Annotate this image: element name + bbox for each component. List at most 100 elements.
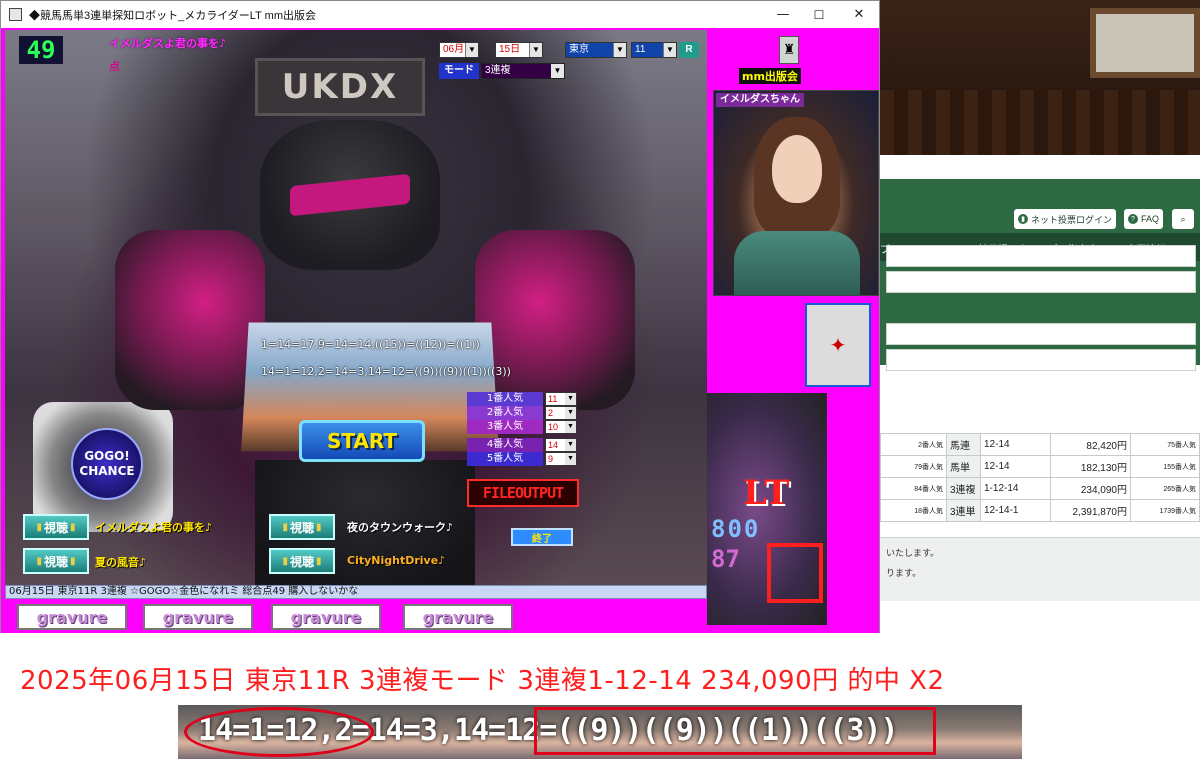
table-cell: 12-14 [980, 433, 1051, 456]
background-sign: UKDX [255, 58, 425, 116]
lock-icon: ▮ [1018, 214, 1028, 224]
chevron-down-icon: ▼ [529, 43, 542, 57]
popularity-select[interactable]: 10 ▼ [545, 420, 577, 434]
notice-line: ります。 [886, 568, 922, 578]
title-bar[interactable]: ◆競馬馬単3連単探知ロボット_メカライダーLT mm出版会 — ☐ ✕ [1, 1, 879, 28]
table-cell: 2,391,870円 [1050, 499, 1131, 522]
portrait-face [772, 135, 822, 203]
day-value: 15日 [499, 44, 521, 55]
combo-output-line: 1=14=17,9=14=14,((15))=((12))=((1)) [261, 338, 480, 351]
popularity-select[interactable]: 14 ▼ [545, 438, 577, 452]
mode-select[interactable]: 3連複 ▼ [481, 63, 565, 79]
app-window: ◆競馬馬単3連単探知ロボット_メカライダーLT mm出版会 — ☐ ✕ UKDX… [0, 0, 880, 633]
chevron-down-icon: ▼ [565, 393, 576, 405]
popularity-row: 5番人気 9 ▼ [467, 452, 579, 466]
table-row: 2番人気 馬連 12-14 82,420円 75番人気 [880, 433, 1200, 456]
stage-curtain [880, 90, 1200, 160]
lt-logo-image: LT 800 87 [707, 393, 827, 625]
score-display: 49 [19, 36, 63, 64]
race-suffix-label: R [679, 42, 699, 58]
gravure-button[interactable]: gravure [271, 604, 381, 630]
popularity-select[interactable]: 2 ▼ [545, 406, 577, 420]
chance-text: CHANCE [79, 464, 135, 478]
lt-highlight-box [767, 543, 823, 603]
table-cell: 75番人気 [1130, 433, 1200, 456]
robot-artwork: UKDX [5, 30, 707, 585]
table-cell: 18番人気 [880, 499, 947, 522]
site-notice: いたします。 ります。 [880, 537, 1200, 601]
gravure-button[interactable]: gravure [17, 604, 127, 630]
start-button[interactable]: START [299, 420, 425, 462]
gravure-button[interactable]: gravure [143, 604, 253, 630]
popularity-label: 2番人気 [467, 406, 543, 420]
publisher-title: mm出版会 [739, 68, 801, 84]
chevron-down-icon: ▼ [465, 43, 478, 57]
view-button[interactable]: ▮ 視聴 ▮ [269, 548, 335, 574]
table-cell: 馬連 [946, 433, 981, 456]
popularity-value: 2 [548, 408, 554, 418]
chevron-down-icon: ▼ [551, 64, 564, 78]
table-cell: 182,130円 [1050, 455, 1131, 478]
table-cell: 2番人気 [880, 433, 947, 456]
portrait-caption: イメルダスちゃん [716, 93, 804, 107]
site-search-button[interactable]: ⌕ [1172, 209, 1194, 229]
popularity-row: 1番人気 11 ▼ [467, 392, 579, 406]
portrait-shirt [734, 231, 860, 295]
race-select[interactable]: 11 ▼ [631, 42, 677, 58]
popularity-select[interactable]: 9 ▼ [545, 452, 577, 466]
view-button[interactable]: ▮ 視聴 ▮ [269, 514, 335, 540]
close-button[interactable]: ✕ [841, 1, 877, 28]
view-button[interactable]: ▮ 視聴 ▮ [23, 514, 89, 540]
chevron-down-icon: ▼ [663, 43, 676, 57]
site-content-box [886, 245, 1196, 267]
robot-shoulder-left [115, 230, 265, 410]
faq-button-label: FAQ [1141, 214, 1160, 224]
popularity-label: 5番人気 [467, 452, 543, 466]
combo-output-line: 14=1=12,2=14=3,14=12=((9))((9))((1))((3)… [261, 365, 511, 378]
end-button[interactable]: 終了 [511, 528, 573, 546]
table-cell: 3連単 [946, 499, 981, 522]
message-text: イメルダスよ君の事を♪ [109, 37, 227, 50]
result-headline: 2025年06月15日 東京11R 3連複モード 3連複1-12-14 234,… [20, 666, 945, 696]
table-row: 84番人気 3連複 1-12-14 234,090円 265番人気 [880, 477, 1200, 500]
login-button-label: ネット投票ログイン [1031, 214, 1113, 225]
table-cell: 82,420円 [1050, 433, 1131, 456]
fileoutput-button[interactable]: FILEOUTPUT [467, 479, 579, 507]
app-icon[interactable] [9, 8, 22, 21]
song-title: イメルダスよ君の事を♪ [95, 521, 213, 534]
view-button[interactable]: ▮ 視聴 ▮ [23, 548, 89, 574]
login-button[interactable]: ▮ ネット投票ログイン [1014, 209, 1117, 229]
lt-digits: 800 [711, 515, 761, 543]
lt-logo-text: LT [743, 473, 790, 513]
table-cell: 79番人気 [880, 455, 947, 478]
song-title: 夏の風音♪ [95, 556, 147, 569]
popularity-value: 9 [548, 454, 554, 464]
popularity-label: 4番人気 [467, 438, 543, 452]
popularity-select[interactable]: 11 ▼ [545, 392, 577, 406]
publisher-icon[interactable]: ♜ [779, 36, 799, 64]
emblem-image[interactable]: ✦ [805, 303, 871, 387]
stage-panel [1090, 8, 1200, 78]
table-cell: 3連複 [946, 477, 981, 500]
chevron-down-icon: ▼ [565, 439, 576, 451]
popularity-label: 3番人気 [467, 420, 543, 434]
faq-button[interactable]: ? FAQ [1124, 209, 1164, 229]
chevron-down-icon: ▼ [565, 453, 576, 465]
chevron-down-icon: ▼ [565, 407, 576, 419]
background-website: ▮ ネット投票ログイン ? FAQ ⌕ プロモーション 競馬場・ウインズ・指定席… [880, 155, 1200, 633]
minimize-button[interactable]: — [765, 1, 801, 28]
venue-value: 東京 [569, 44, 589, 55]
result-combo-strip: 14=1=12,2=14=3,14=12=((9))((9))((1))((3)… [178, 705, 1022, 759]
gravure-button[interactable]: gravure [403, 604, 513, 630]
portrait-image[interactable]: イメルダスちゃん [713, 90, 879, 296]
month-select[interactable]: 06月 ▼ [439, 42, 479, 58]
search-icon: ⌕ [1180, 213, 1186, 224]
day-select[interactable]: 15日 ▼ [495, 42, 543, 58]
gogo-chance-badge: GOGO! CHANCE [71, 428, 143, 500]
message-text-2: 点 [109, 60, 120, 73]
venue-select[interactable]: 東京 ▼ [565, 42, 627, 58]
gogo-text: GOGO! [84, 449, 130, 463]
table-cell: 1739番人気 [1130, 499, 1200, 522]
maximize-button[interactable]: ☐ [801, 1, 837, 28]
site-content-box [886, 271, 1196, 293]
